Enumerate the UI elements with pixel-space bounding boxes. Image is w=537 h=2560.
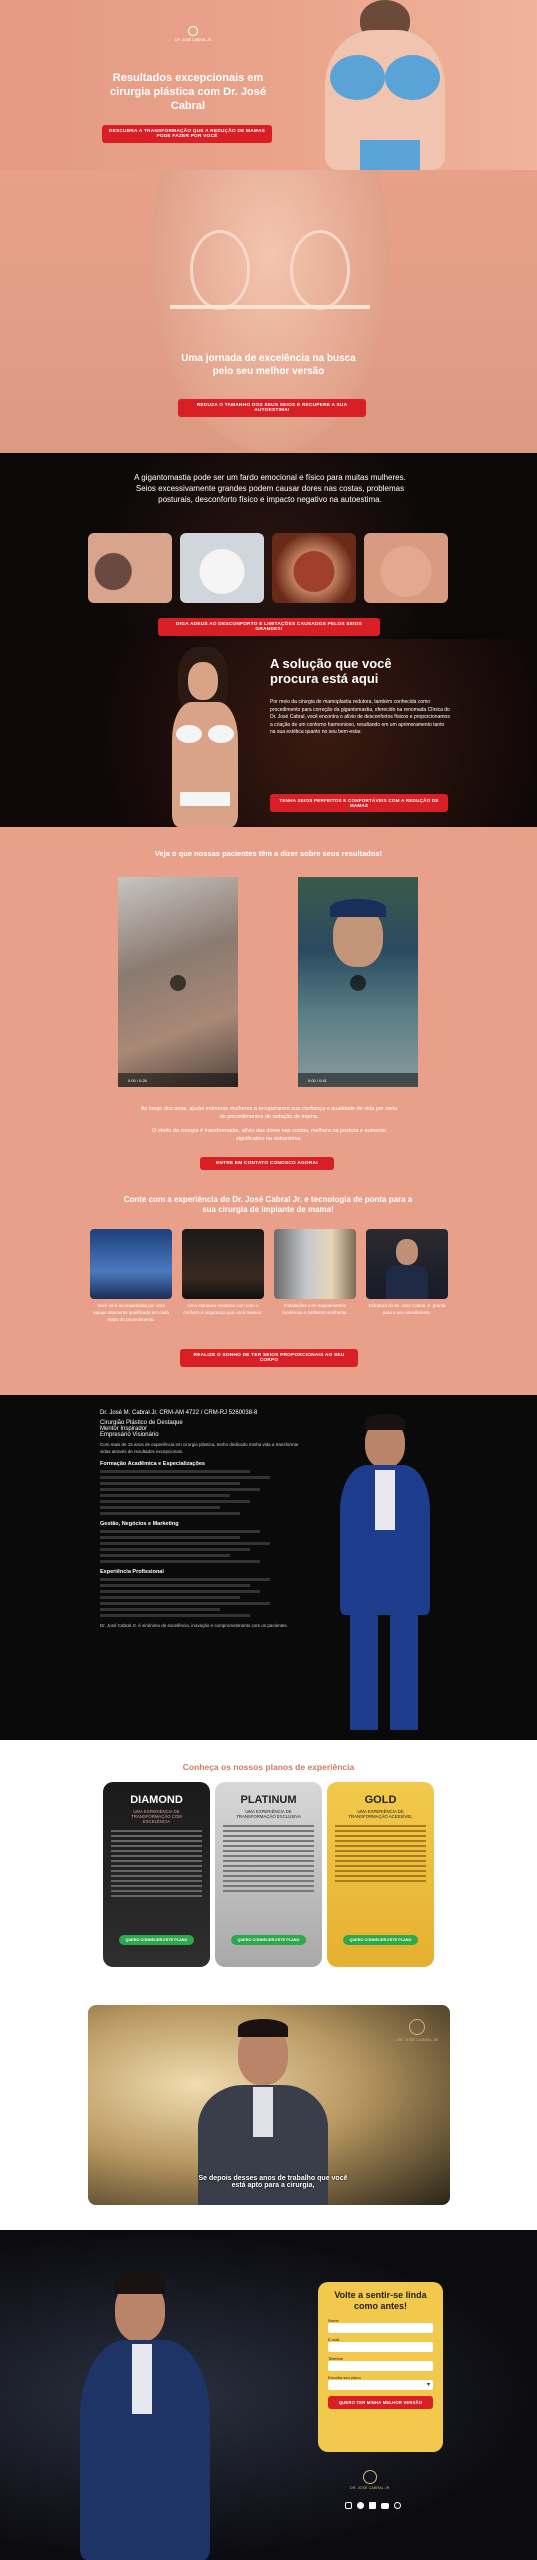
bio-section-title: Formação Acadêmica e Especializações [100,1461,205,1468]
solution-text: Por meio da cirurgia de mamoplastia redu… [270,699,450,735]
facebook-icon[interactable] [357,2502,364,2509]
bio-section-title: Experiência Profissional [100,1569,164,1576]
plan-cta-button[interactable]: QUERO CONHECER ESTE PLANO [343,1935,418,1945]
problem-section: A gigantomastia pode ser um fardo emocio… [0,453,537,639]
bio-name: Dr. José M. Cabral Jr. CRM-AM 4722 / CRM… [100,1410,258,1416]
hero-logo: DR. JOSÉ CABRAL JR [175,26,211,42]
doctor-video[interactable]: DR. JOSÉ CABRAL JR Se depois desses anos… [88,2005,450,2205]
form-field: Telefone [328,2356,433,2371]
team-photo [90,1229,172,1299]
form-field: E-mail [328,2337,433,2352]
video-controls[interactable]: 0:00 / 0:26 [118,1073,238,1087]
experience-cards: Você será acompanhada por uma equipe alt… [90,1229,450,1339]
plan-card-platinum[interactable]: PLATINUM UMA EXPERIÊNCIA DE TRANSFORMAÇÃ… [215,1782,322,1967]
testimonials-section: Veja o que nossas pacientes têm a dizer … [0,827,537,1177]
video-logo: DR. JOSÉ CABRAL JR [397,2019,438,2042]
contact-section: Volte a sentir-se linda como antes! Nome… [0,2230,537,2560]
form-field: Nome [328,2318,433,2333]
social-icons [345,2502,401,2509]
form-title: Volte a sentir-se linda como antes! [334,2290,427,2311]
experience-card: Instalações com equipamentos modernos e … [274,1229,356,1339]
plan-card-gold[interactable]: GOLD UMA EXPERIÊNCIA DE TRANSFORMAÇÃO AC… [327,1782,434,1967]
bio-text: Dr. José M. Cabral Jr. CRM-AM 4722 / CRM… [100,1410,310,1630]
solution-cta-button[interactable]: TENHA SEIOS PERFEITOS E CONFORTÁVEIS COM… [270,794,448,812]
experience-title: Conte com a experiência do Dr. José Cabr… [123,1195,413,1215]
solution-section: A solução que você procura está aqui Por… [0,639,537,827]
testimonials-cta-button[interactable]: ENTRE EM CONTATO CONOSCO AGORA! [200,1157,334,1170]
problem-image-2 [180,533,264,603]
instagram-icon[interactable] [345,2502,352,2509]
plan-card-diamond[interactable]: DIAMOND UMA EXPERIÊNCIA DE TRANSFORMAÇÃO… [103,1782,210,1967]
tiktok-icon[interactable] [369,2502,376,2509]
hero-section: DR. JOSÉ CABRAL JR Resultados excepciona… [0,0,537,170]
footer-logo: DR. JOSÉ CABRAL JR [350,2470,389,2490]
bio-doctor-photo [320,1400,450,1740]
office-photo [182,1229,264,1299]
contact-doctor-photo [60,2260,230,2560]
video-section: DR. JOSÉ CABRAL JR Se depois desses anos… [0,1970,537,2230]
problem-images [88,533,450,603]
testimonials-text-1: Ao longo dos anos, ajudei inúmeras mulhe… [140,1106,398,1121]
testimonials-text-2: O efeito da cirurgia é transformador, al… [152,1128,386,1143]
plans-section: Conheça os nossos planos de experiência … [0,1740,537,1970]
plan-select[interactable]: ▾ [328,2379,433,2390]
experience-card: Estrutura do Dr. José Cabral Jr. pronta … [366,1229,448,1339]
experience-card: Uma estrutura moderna com todo o confort… [182,1229,264,1339]
testimonial-video-2[interactable]: 0:00 / 0:41 [298,877,418,1087]
phone-input[interactable] [328,2360,433,2371]
doctor-photo [366,1229,448,1299]
solution-model-photo [150,647,260,827]
plan-cta-button[interactable]: QUERO CONHECER ESTE PLANO [119,1935,194,1945]
clinic-photo [274,1229,356,1299]
form-field: Escolha seu plano ▾ [328,2375,433,2390]
solution-title: A solução que você procura está aqui [270,656,392,686]
video-subtitle: Se depois desses anos de trabalho que vo… [198,2175,348,2189]
contact-form: Volte a sentir-se linda como antes! Nome… [318,2282,443,2452]
problem-image-1 [88,533,172,603]
plan-cta-button[interactable]: QUERO CONHECER ESTE PLANO [231,1935,306,1945]
journey-section: Uma jornada de excelência na busca pelo … [0,170,537,453]
video-controls[interactable]: 0:00 / 0:41 [298,1073,418,1087]
bio-role: Empresário Visionário [100,1431,159,1438]
play-button-icon[interactable] [350,975,366,991]
journey-title: Uma jornada de excelência na busca pelo … [181,353,356,377]
globe-icon[interactable] [394,2502,401,2509]
logo-icon [187,26,198,36]
problem-image-3 [272,533,356,603]
problem-text: A gigantomastia pode ser um fardo emocio… [134,473,406,504]
testimonials-title: Veja o que nossas pacientes têm a dizer … [154,849,383,858]
testimonial-video-1[interactable]: 0:00 / 0:26 [118,877,238,1087]
hero-model-photo [320,0,450,170]
play-button-icon[interactable] [170,975,186,991]
experience-card: Você será acompanhada por uma equipe alt… [90,1229,172,1339]
logo-icon [409,2019,426,2035]
hero-title: Resultados excepcionais em cirurgia plás… [110,72,266,112]
name-input[interactable] [328,2322,433,2333]
hero-cta-button[interactable]: DESCUBRA A TRANSFORMAÇÃO QUE A REDUÇÃO D… [102,125,272,143]
plans-title: Conheça os nossos planos de experiência [182,1762,355,1772]
journey-cta-button[interactable]: REDUZA O TAMANHO DOS SEUS SEIOS E RECUPE… [178,399,366,417]
problem-cta-button[interactable]: DIGA ADEUS AO DESCONFORTO E LIMITAÇÕES C… [158,618,380,636]
chevron-down-icon: ▾ [426,2381,430,2388]
youtube-icon[interactable] [381,2503,389,2509]
bio-section: Dr. José M. Cabral Jr. CRM-AM 4722 / CRM… [0,1395,537,1740]
form-submit-button[interactable]: QUERO TER MINHA MELHOR VERSÃO [328,2395,433,2409]
experience-cta-button[interactable]: REALIZE O SONHO DE TER SEIOS PROPORCIONA… [180,1349,358,1367]
experience-section: Conte com a experiência do Dr. José Cabr… [0,1177,537,1395]
bio-section-title: Gestão, Negócios e Marketing [100,1521,179,1528]
problem-image-4 [364,533,448,603]
email-input[interactable] [328,2341,433,2352]
logo-icon [362,2470,377,2484]
